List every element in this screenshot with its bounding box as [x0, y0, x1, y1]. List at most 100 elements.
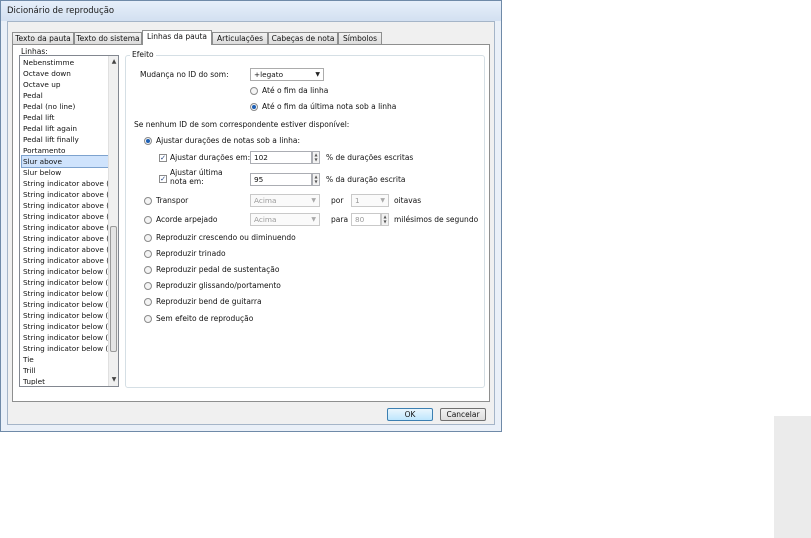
radio-last-note[interactable]: [250, 103, 258, 111]
radio-sustain-label: Reproduzir pedal de sustentação: [156, 265, 280, 274]
list-item[interactable]: String indicator above (5): [22, 222, 109, 233]
chevron-down-icon: ▼: [311, 216, 316, 223]
title-bar[interactable]: Dicionário de reprodução: [1, 1, 501, 21]
radio-bend-label: Reproduzir bend de guitarra: [156, 297, 262, 306]
radio-trill-label: Reproduzir trinado: [156, 249, 226, 258]
durations-suffix: % de durações escritas: [326, 153, 414, 162]
list-item[interactable]: Slur below: [22, 167, 109, 178]
side-panel: [774, 416, 811, 538]
transpose-direction-value: Acima: [254, 196, 277, 205]
effect-group-label: Efeito: [130, 50, 156, 59]
transpose-amount-value: 1: [355, 196, 360, 205]
list-item[interactable]: String indicator below (7): [22, 332, 109, 343]
arpeggio-direction-value: Acima: [254, 215, 277, 224]
list-item[interactable]: String indicator above (2): [22, 189, 109, 200]
arpeggio-ms-input[interactable]: 80: [351, 213, 381, 226]
list-item[interactable]: String indicator above (7): [22, 244, 109, 255]
list-item[interactable]: Pedal lift again: [22, 123, 109, 134]
list-item[interactable]: Octave down: [22, 68, 109, 79]
scroll-down-icon[interactable]: ▼: [109, 375, 118, 385]
list-item[interactable]: String indicator below (6): [22, 321, 109, 332]
dialog-body: Texto da pauta Texto do sistema Linhas d…: [7, 21, 495, 425]
list-item[interactable]: String indicator above (4): [22, 211, 109, 222]
list-item[interactable]: Trill: [22, 365, 109, 376]
tab-articulations[interactable]: Articulações: [212, 32, 268, 44]
list-item[interactable]: String indicator below (3): [22, 288, 109, 299]
list-item[interactable]: String indicator below (2): [22, 277, 109, 288]
radio-line-end[interactable]: [250, 87, 258, 95]
list-item[interactable]: String indicator above (6): [22, 233, 109, 244]
transpose-direction-dropdown[interactable]: Acima ▼: [250, 194, 320, 207]
cancel-button[interactable]: Cancelar: [440, 408, 486, 421]
list-scrollbar[interactable]: ▲ ▼: [108, 56, 118, 386]
radio-adjust-durations[interactable]: [144, 137, 152, 145]
tab-panel-staff-lines: Linhas: Nebenstimme Octave down Octave u…: [12, 44, 490, 402]
list-item[interactable]: String indicator above (1): [22, 178, 109, 189]
last-note-input[interactable]: 95: [250, 173, 312, 186]
last-note-stepper[interactable]: ▲ ▼: [312, 173, 320, 186]
list-item[interactable]: Octave up: [22, 79, 109, 90]
playback-dictionary-window: Dicionário de reprodução Texto da pauta …: [0, 0, 502, 432]
list-item[interactable]: String indicator below (8): [22, 343, 109, 354]
transpose-by-label: por: [331, 196, 344, 205]
list-item[interactable]: Tuplet: [22, 376, 109, 385]
tab-noteheads[interactable]: Cabeças de nota: [268, 32, 338, 44]
tab-system-text[interactable]: Texto do sistema: [74, 32, 142, 44]
radio-gliss[interactable]: [144, 282, 152, 290]
list-item[interactable]: String indicator below (4): [22, 299, 109, 310]
adjust-durations-in-label: Ajustar durações em:: [170, 153, 251, 162]
list-item[interactable]: Pedal lift: [22, 112, 109, 123]
radio-trill[interactable]: [144, 250, 152, 258]
tab-staff-lines[interactable]: Linhas da pauta: [142, 30, 212, 45]
transpose-unit-label: oitavas: [394, 196, 422, 205]
arpeggio-unit-label: milésimos de segundo: [394, 215, 479, 224]
chevron-down-icon: ▼: [311, 197, 316, 204]
list-item[interactable]: String indicator above (3): [22, 200, 109, 211]
radio-gliss-label: Reproduzir glissando/portamento: [156, 281, 281, 290]
effect-group: Efeito Mudança no ID do som: +legato ▼ A…: [125, 50, 485, 388]
last-note-suffix: % da duração escrita: [326, 175, 406, 184]
checkbox-adjust-last-note[interactable]: ✓: [159, 175, 167, 183]
adjust-last-note-label: Ajustar última nota em:: [170, 168, 223, 186]
list-item-selected[interactable]: Slur above: [21, 155, 110, 168]
radio-crescendo-label: Reproduzir crescendo ou diminuendo: [156, 233, 296, 242]
scroll-up-icon[interactable]: ▲: [109, 57, 118, 67]
lines-listbox[interactable]: Nebenstimme Octave down Octave up Pedal …: [19, 55, 119, 387]
radio-transpose-label: Transpor: [156, 196, 189, 205]
tab-staff-text[interactable]: Texto da pauta: [12, 32, 74, 44]
list-item[interactable]: String indicator below (5): [22, 310, 109, 321]
window-title: Dicionário de reprodução: [7, 6, 115, 16]
arpeggio-for-label: para: [331, 215, 349, 224]
chevron-down-icon: ▼: [315, 71, 320, 78]
radio-bend[interactable]: [144, 298, 152, 306]
tab-symbols[interactable]: Símbolos: [338, 32, 382, 44]
radio-arpeggio-label: Acorde arpejado: [156, 215, 218, 224]
list-item[interactable]: Pedal lift finally: [22, 134, 109, 145]
radio-no-effect[interactable]: [144, 315, 152, 323]
list-item[interactable]: Pedal: [22, 90, 109, 101]
durations-input[interactable]: 102: [250, 151, 312, 164]
sound-id-dropdown[interactable]: +legato ▼: [250, 68, 324, 81]
list-item[interactable]: String indicator above (8): [22, 255, 109, 266]
radio-line-end-label: Até o fim da linha: [262, 86, 329, 95]
transpose-amount-dropdown[interactable]: 1 ▼: [351, 194, 389, 207]
checkbox-adjust-durations[interactable]: ✓: [159, 154, 167, 162]
list-item[interactable]: String indicator below (1): [22, 266, 109, 277]
list-item[interactable]: Tie: [22, 354, 109, 365]
radio-sustain[interactable]: [144, 266, 152, 274]
list-item[interactable]: Portamento: [22, 145, 109, 156]
radio-last-note-label: Até o fim da última nota sob a linha: [262, 102, 397, 111]
ok-button[interactable]: OK: [387, 408, 433, 421]
scroll-thumb[interactable]: [110, 226, 117, 352]
arpeggio-direction-dropdown[interactable]: Acima ▼: [250, 213, 320, 226]
arpeggio-ms-stepper[interactable]: ▲ ▼: [381, 213, 389, 226]
list-item[interactable]: Nebenstimme: [22, 57, 109, 68]
list-item[interactable]: Pedal (no line): [22, 101, 109, 112]
radio-crescendo[interactable]: [144, 234, 152, 242]
radio-arpeggio[interactable]: [144, 216, 152, 224]
radio-transpose[interactable]: [144, 197, 152, 205]
radio-no-effect-label: Sem efeito de reprodução: [156, 314, 254, 323]
sound-id-label: Mudança no ID do som:: [140, 70, 229, 79]
radio-adjust-durations-label: Ajustar durações de notas sob a linha:: [156, 136, 301, 145]
durations-stepper[interactable]: ▲ ▼: [312, 151, 320, 164]
